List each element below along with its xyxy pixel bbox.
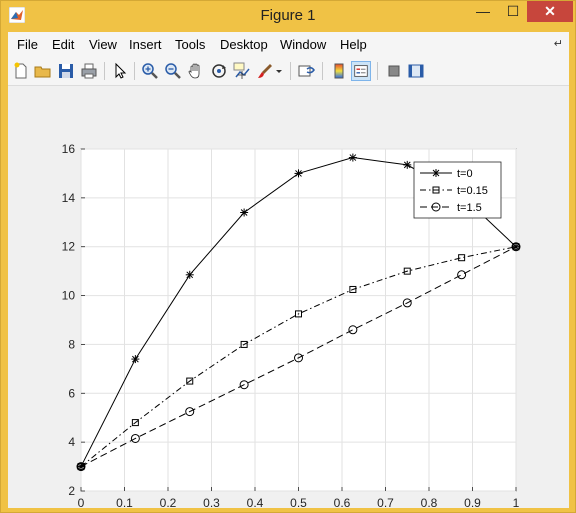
pointer-icon[interactable] bbox=[110, 61, 130, 81]
menu-insert[interactable]: Insert bbox=[129, 37, 162, 52]
x-tick-label: 0.1 bbox=[116, 496, 133, 508]
star-marker bbox=[131, 355, 140, 364]
toolbar-separator bbox=[134, 62, 135, 80]
toolbar-separator bbox=[322, 62, 323, 80]
star-marker bbox=[294, 169, 303, 178]
legend[interactable]: t=0 t=0.15 t=1.5 bbox=[413, 161, 502, 219]
menu-bar: File Edit View Insert Tools Desktop Wind… bbox=[8, 32, 569, 57]
y-tick-label: 14 bbox=[62, 191, 76, 205]
link-plot-icon[interactable] bbox=[297, 61, 317, 81]
colorbar-icon[interactable] bbox=[329, 61, 349, 81]
x-tick-label: 0.2 bbox=[160, 496, 177, 508]
x-tick-label: 0.5 bbox=[290, 496, 307, 508]
menu-file[interactable]: File bbox=[17, 37, 38, 52]
dock-arrow-icon[interactable]: ↵ bbox=[554, 37, 563, 50]
x-tick-label: 0.7 bbox=[377, 496, 394, 508]
y-tick-label: 16 bbox=[62, 142, 76, 156]
title-bar[interactable]: Figure 1 — ☐ ✕ bbox=[1, 1, 575, 31]
hide-plot-tools-icon[interactable] bbox=[384, 61, 404, 81]
menu-desktop[interactable]: Desktop bbox=[220, 37, 268, 52]
line-chart[interactable]: 0 0.1 0.2 0.3 0.4 0.5 0.6 0.7 0.8 0.9 124681012141… bbox=[8, 86, 569, 510]
x-tick-label: 0.4 bbox=[247, 496, 264, 508]
brush-dropdown-icon[interactable] bbox=[274, 61, 284, 81]
star-marker bbox=[432, 169, 440, 177]
menu-tools[interactable]: Tools bbox=[175, 37, 205, 52]
toolbar-separator bbox=[377, 62, 378, 80]
y-tick-label: 6 bbox=[68, 386, 75, 400]
menu-view[interactable]: View bbox=[89, 37, 117, 52]
menu-window[interactable]: Window bbox=[280, 37, 326, 52]
toolbar-separator bbox=[104, 62, 105, 80]
new-figure-icon[interactable] bbox=[11, 61, 31, 81]
star-marker bbox=[403, 160, 412, 169]
save-icon[interactable] bbox=[56, 61, 76, 81]
open-file-icon[interactable] bbox=[33, 61, 53, 81]
pan-icon[interactable] bbox=[186, 61, 206, 81]
show-plot-tools-icon[interactable] bbox=[406, 61, 426, 81]
figure-window: Figure 1 — ☐ ✕ File Edit View Insert Too… bbox=[0, 0, 576, 513]
close-button[interactable]: ✕ bbox=[527, 1, 573, 22]
y-tick-label: 4 bbox=[68, 435, 75, 449]
legend-label: t=0 bbox=[457, 168, 473, 180]
y-tick-label: 10 bbox=[62, 289, 76, 303]
legend-label: t=1.5 bbox=[457, 202, 482, 214]
x-tick-label: 0.9 bbox=[464, 496, 481, 508]
data-cursor-icon[interactable] bbox=[232, 61, 252, 81]
print-icon[interactable] bbox=[79, 61, 99, 81]
star-marker bbox=[185, 270, 194, 279]
x-tick-label: 0 bbox=[78, 496, 85, 508]
window-client: File Edit View Insert Tools Desktop Wind… bbox=[8, 32, 569, 510]
maximize-button[interactable]: ☐ bbox=[499, 1, 527, 22]
menu-edit[interactable]: Edit bbox=[52, 37, 74, 52]
x-tick-label: 0.8 bbox=[421, 496, 438, 508]
rotate-3d-icon[interactable] bbox=[209, 61, 229, 81]
figure-toolbar bbox=[8, 57, 569, 86]
x-tick-label: 0.3 bbox=[203, 496, 220, 508]
x-tick-label: 0.6 bbox=[334, 496, 351, 508]
zoom-out-icon[interactable] bbox=[163, 61, 183, 81]
y-tick-label: 2 bbox=[68, 484, 75, 498]
zoom-in-icon[interactable] bbox=[140, 61, 160, 81]
star-marker bbox=[240, 208, 249, 217]
star-marker bbox=[348, 153, 357, 162]
x-tick-label: 1 bbox=[513, 496, 520, 508]
minimize-button[interactable]: — bbox=[469, 1, 497, 22]
toolbar-separator bbox=[290, 62, 291, 80]
menu-help[interactable]: Help bbox=[340, 37, 367, 52]
brush-icon[interactable] bbox=[255, 61, 275, 81]
legend-label: t=0.15 bbox=[457, 185, 488, 197]
legend-icon[interactable] bbox=[351, 61, 371, 81]
figure-canvas: 0 0.1 0.2 0.3 0.4 0.5 0.6 0.7 0.8 0.9 1 2 4 6 8 10 12 14 1… bbox=[8, 86, 569, 510]
y-tick-label: 12 bbox=[62, 240, 76, 254]
y-tick-label: 8 bbox=[68, 337, 75, 351]
